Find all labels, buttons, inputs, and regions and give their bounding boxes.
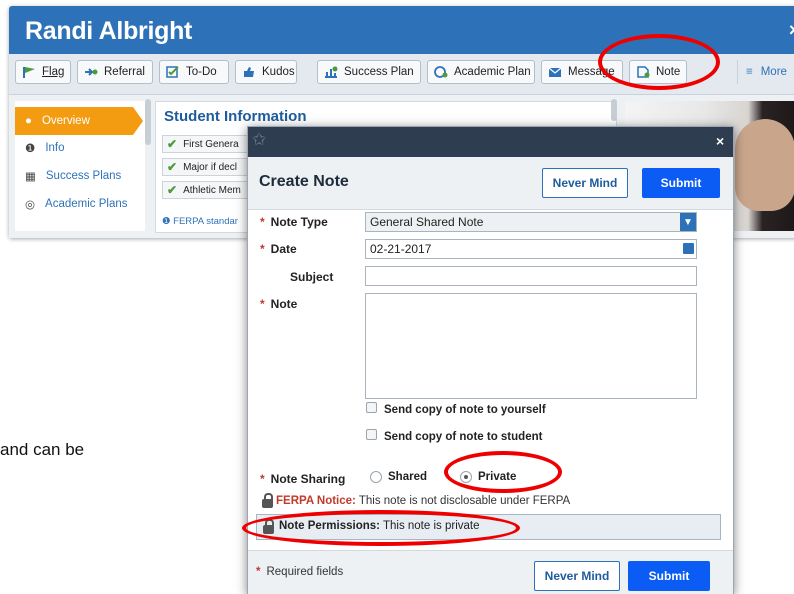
referral-button-label: Referral <box>104 66 145 78</box>
note-sharing-label: * Note Sharing <box>260 472 345 486</box>
academic-plan-button[interactable]: Academic Plan <box>427 60 535 84</box>
ferpa-standard-note: ❶ FERPA standar <box>162 216 238 227</box>
date-value: 02-21-2017 <box>370 242 432 256</box>
document-text-fragment: and can be <box>0 440 85 459</box>
star-icon: ✩ <box>252 130 267 149</box>
check-icon: ✔ <box>167 183 178 197</box>
sidebar-item-success-plans[interactable]: ▦ Success Plans <box>15 163 135 189</box>
annotation-circle-note-button <box>598 34 720 90</box>
copy-self-checkbox[interactable] <box>366 402 377 413</box>
ferpa-notice: FERPA Notice: This note is not disclosab… <box>276 495 570 507</box>
sidebar-item-academic-plans[interactable]: ◎ Academic Plans <box>15 191 135 217</box>
note-type-value: General Shared Note <box>370 215 484 229</box>
kudos-icon <box>242 66 256 78</box>
kudos-button[interactable]: Kudos <box>235 60 297 84</box>
sidebar-item-label: Info <box>45 142 65 154</box>
info-row-label: Major if decl <box>183 161 237 173</box>
required-marker: * <box>256 566 261 578</box>
required-marker: * <box>260 242 265 256</box>
info-row-label: Athletic Mem <box>183 184 241 196</box>
success-plans-icon: ▦ <box>25 171 36 183</box>
menu-icon: ≡ <box>746 66 753 78</box>
success-plan-button[interactable]: Success Plan <box>317 60 421 84</box>
note-textarea[interactable] <box>365 293 697 399</box>
note-label: * Note <box>260 297 297 311</box>
sidebar-item-info[interactable]: ❶ Info <box>15 135 135 161</box>
info-icon: ❶ <box>162 216 171 227</box>
panel-scrollbar[interactable] <box>611 99 617 121</box>
subject-label: Subject <box>290 270 334 284</box>
kudos-button-label: Kudos <box>262 66 295 78</box>
date-label-text: Date <box>270 242 297 256</box>
check-icon: ✔ <box>167 160 178 174</box>
ferpa-notice-label: FERPA Notice: <box>276 495 356 507</box>
person-icon: ● <box>25 115 32 127</box>
sidebar-scrollbar[interactable] <box>145 99 151 145</box>
note-type-label: * Note Type <box>260 215 328 229</box>
more-button-label: More <box>760 66 787 78</box>
dialog-header-bar: ✩ × <box>248 127 733 157</box>
date-label: * Date <box>260 242 297 256</box>
ferpa-standard-text: FERPA standar <box>173 216 238 227</box>
more-button[interactable]: ≡ More <box>737 60 787 84</box>
success-plan-icon <box>324 66 338 78</box>
flag-button-label: Flag <box>42 66 65 78</box>
copy-self-label: Send copy of note to yourself <box>384 404 546 416</box>
lock-icon <box>262 493 273 508</box>
sidebar-item-label: Academic Plans <box>45 198 128 210</box>
close-icon[interactable]: × <box>716 133 724 149</box>
required-fields-text: Required fields <box>266 566 344 578</box>
shared-radio-label: Shared <box>388 471 427 483</box>
info-row-label: First Genera <box>183 138 239 150</box>
annotation-circle-note-permissions <box>242 510 520 546</box>
close-icon[interactable]: × <box>789 20 794 41</box>
referral-icon <box>84 66 98 78</box>
sidebar-item-label: Overview <box>41 115 90 127</box>
ferpa-notice-text: This note is not disclosable under FERPA <box>355 495 571 507</box>
message-icon <box>548 66 562 78</box>
calendar-icon[interactable] <box>683 243 694 254</box>
referral-button[interactable]: Referral <box>77 60 153 84</box>
required-fields-note: * Required fields <box>256 566 343 578</box>
success-plan-button-label: Success Plan <box>344 66 414 78</box>
chevron-down-icon: ▼ <box>680 213 696 231</box>
academic-plans-icon: ◎ <box>25 199 36 211</box>
submit-button[interactable]: Submit <box>642 168 720 198</box>
student-face <box>735 119 794 211</box>
footer-never-mind-button[interactable]: Never Mind <box>534 561 620 591</box>
copy-student-checkbox[interactable] <box>366 429 377 440</box>
note-type-select[interactable]: General Shared Note ▼ <box>365 212 697 232</box>
sidebar-item-label: Success Plans <box>45 170 122 182</box>
dialog-title: Create Note <box>259 173 349 190</box>
note-label-text: Note <box>270 297 298 311</box>
date-field[interactable]: 02-21-2017 <box>365 239 697 259</box>
subject-input[interactable] <box>365 266 697 286</box>
flag-button[interactable]: Flag <box>15 60 71 84</box>
check-icon: ✔ <box>167 137 178 151</box>
annotation-circle-private <box>444 451 562 493</box>
info-icon: ❶ <box>25 143 36 155</box>
todo-button-label: To-Do <box>186 66 217 78</box>
required-marker: * <box>260 297 265 311</box>
academic-plan-icon <box>434 66 448 78</box>
shared-radio[interactable] <box>370 471 382 483</box>
student-information-title: Student Information <box>164 108 307 125</box>
note-type-label-text: Note Type <box>270 215 328 229</box>
footer-submit-button[interactable]: Submit <box>628 561 710 591</box>
student-name-title: Randi Albright <box>25 17 193 45</box>
flag-icon <box>22 66 36 78</box>
note-sharing-label-text: Note Sharing <box>270 472 346 486</box>
todo-button[interactable]: To-Do <box>159 60 229 84</box>
required-marker: * <box>260 215 265 229</box>
academic-plan-button-label: Academic Plan <box>454 66 531 78</box>
never-mind-button[interactable]: Never Mind <box>542 168 628 198</box>
profile-sidebar: ● Overview ❶ Info ▦ Success Plans ◎ Acad… <box>15 101 145 231</box>
sidebar-item-overview[interactable]: ● Overview <box>15 107 143 135</box>
copy-student-label: Send copy of note to student <box>384 431 543 443</box>
required-marker: * <box>260 472 265 486</box>
todo-icon <box>166 66 180 78</box>
